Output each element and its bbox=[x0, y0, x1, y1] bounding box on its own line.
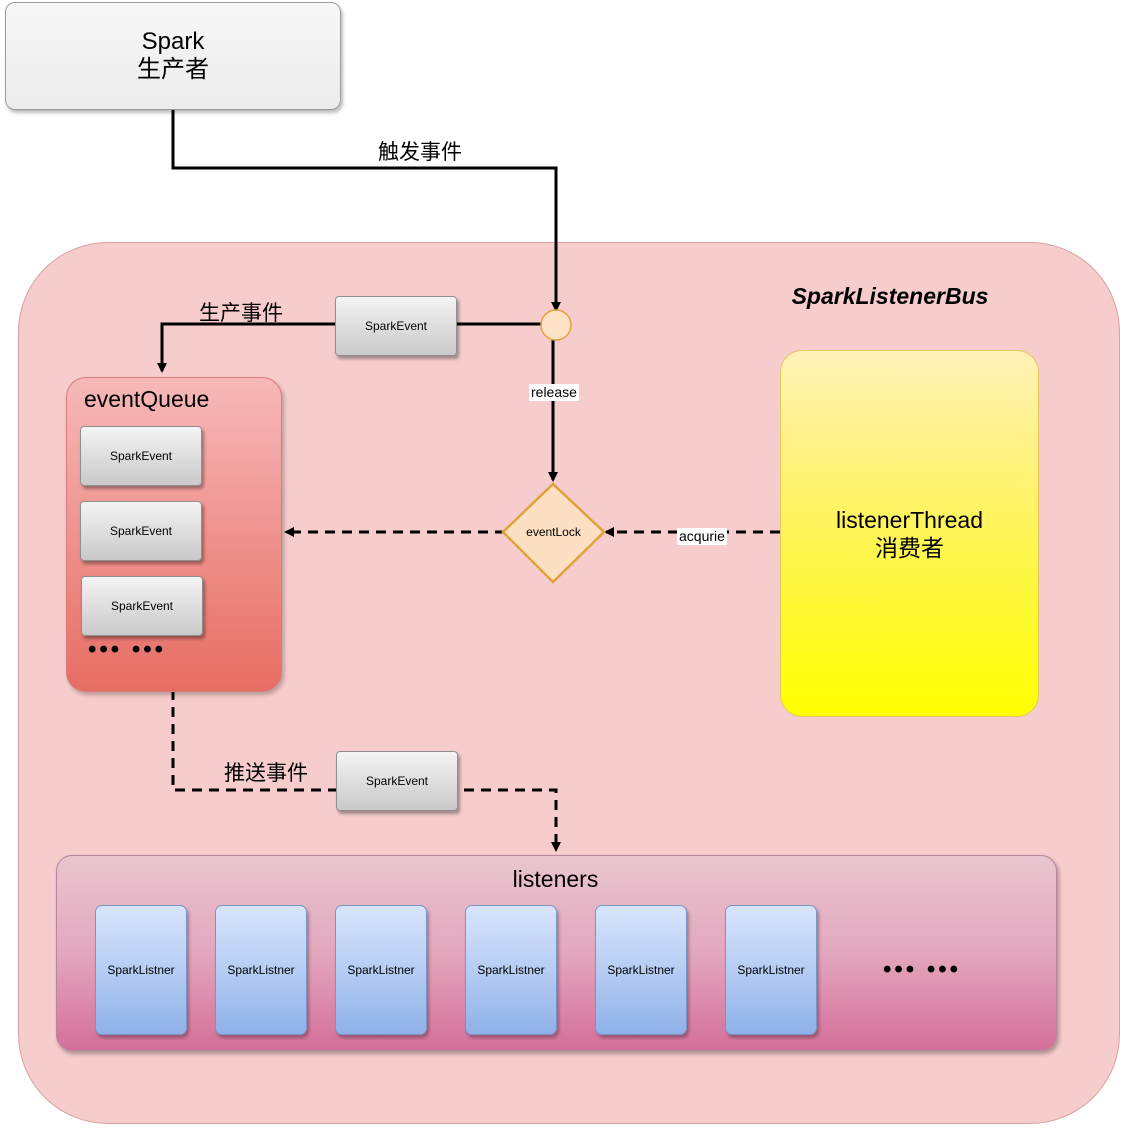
event-queue-title: eventQueue bbox=[84, 386, 210, 412]
producer-name: Spark bbox=[141, 28, 205, 55]
listeners-title: listeners bbox=[512, 866, 599, 892]
pushed-spark-event: SparkEvent bbox=[336, 751, 458, 811]
spark-listener: SparkListner bbox=[215, 905, 307, 1035]
queue-more-ellipsis: ••• ••• bbox=[88, 636, 167, 663]
junction-node bbox=[540, 309, 572, 341]
spark-listener: SparkListner bbox=[95, 905, 187, 1035]
trigger-edge bbox=[171, 108, 561, 312]
producer-role: 生产者 bbox=[137, 56, 209, 83]
spark-listener: SparkListner bbox=[335, 905, 427, 1035]
event-lock-label: eventLock bbox=[526, 525, 581, 539]
release-label: release bbox=[529, 384, 579, 401]
push-event-label: 推送事件 bbox=[224, 762, 308, 785]
listener-thread-name: listenerThread bbox=[835, 506, 984, 533]
produced-spark-event: SparkEvent bbox=[335, 296, 457, 356]
spark-producer-node: Spark 生产者 bbox=[5, 2, 341, 110]
listeners-more-ellipsis: ••• ••• bbox=[883, 956, 962, 983]
trigger-event-label: 触发事件 bbox=[378, 141, 462, 164]
spark-listener: SparkListner bbox=[725, 905, 817, 1035]
queue-item: SparkEvent bbox=[80, 501, 202, 561]
listener-thread-node: listenerThread 消费者 bbox=[780, 350, 1039, 717]
spark-listener: SparkListner bbox=[595, 905, 687, 1035]
produce-event-label: 生产事件 bbox=[199, 302, 283, 325]
spark-listener: SparkListner bbox=[465, 905, 557, 1035]
acquire-label: acqurie bbox=[677, 528, 727, 545]
queue-item: SparkEvent bbox=[81, 576, 203, 636]
listener-thread-role: 消费者 bbox=[875, 534, 944, 561]
queue-item: SparkEvent bbox=[80, 426, 202, 486]
